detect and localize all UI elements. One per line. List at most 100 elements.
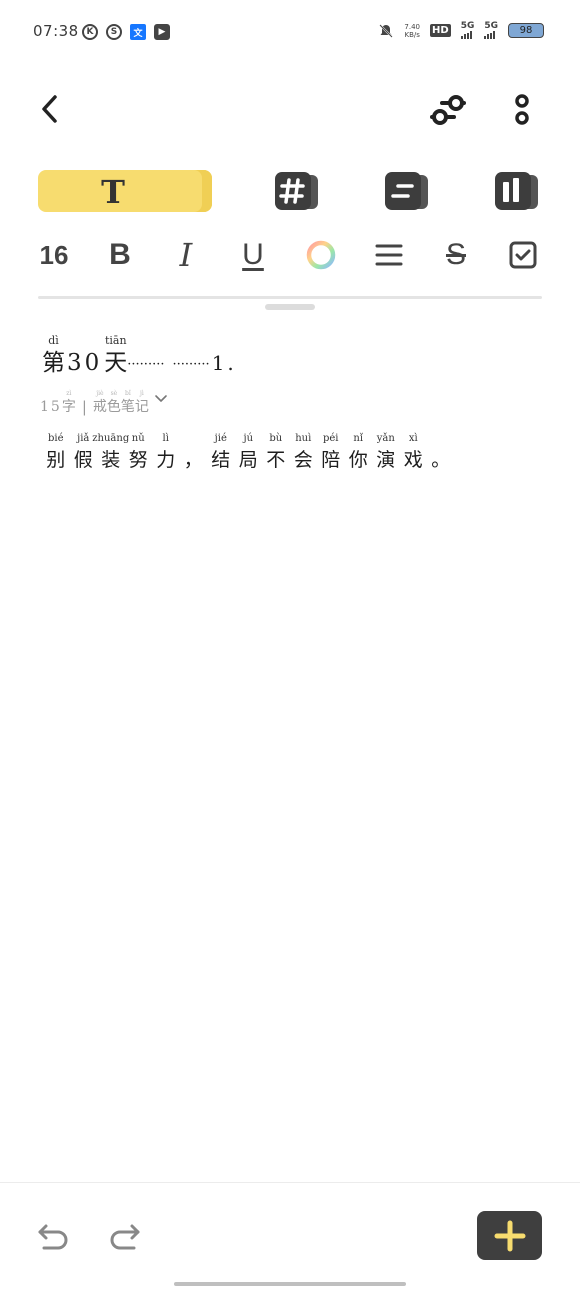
font-size-button[interactable]: 16 [32, 234, 76, 276]
text-mode-tab[interactable]: T [38, 170, 212, 212]
body-char: péi 陪 [317, 432, 345, 474]
hanzi: 第 [42, 350, 65, 376]
checklist-button[interactable] [501, 234, 545, 276]
hanzi: 装 [101, 449, 121, 471]
body-char: bié 别 [42, 432, 70, 474]
battery-indicator: 98 [508, 23, 544, 38]
hanzi: 戏 [403, 449, 423, 471]
title-number: 30 [67, 350, 103, 376]
list-mode-button[interactable] [384, 170, 430, 212]
status-app-icons: K S 文 ▶ [82, 24, 170, 40]
hanzi: 色 [106, 399, 121, 415]
category-selector[interactable]: jiè 戒 sè 色 bǐ 笔 jì 记 [93, 390, 169, 416]
italic-button[interactable]: I [164, 234, 208, 276]
note-title[interactable]: dì 第 30 tiān 天 ········· ········· 1. [42, 334, 239, 378]
hanzi: 。 [431, 449, 451, 471]
status-bar: 07:38 K S 文 ▶ 7.40 KB/s HD 5G 5G 98 [0, 0, 580, 64]
category-char: bǐ 笔 [121, 390, 135, 416]
body-char: yǎn 演 [372, 432, 400, 474]
meta-separator: | [81, 398, 87, 416]
undo-button[interactable] [34, 1216, 74, 1256]
body-char: huì 会 [290, 432, 318, 474]
hanzi: 记 [134, 399, 149, 415]
lines-card-icon [385, 172, 428, 210]
note-meta: 15 zì 字 | jiè 戒 sè 色 bǐ 笔 jì 记 [40, 390, 169, 416]
pinyin: xì [408, 433, 418, 444]
title-dots: ········· [127, 357, 165, 372]
chevron-down-icon [155, 395, 167, 402]
pinyin: sè [110, 390, 118, 397]
editor-top-bar [0, 80, 580, 140]
pinyin: péi [322, 433, 339, 444]
back-button[interactable] [34, 92, 64, 126]
pinyin: jiǎ [77, 433, 90, 444]
tag-mode-button[interactable] [274, 170, 320, 212]
pinyin: nǐ [353, 433, 364, 444]
sim2-label: 5G [484, 21, 498, 31]
note-body[interactable]: bié 别 jiǎ 假 zhuāng 装 nǔ 努 lì 力 ， jié 结 jú 局 bù 不… [42, 432, 455, 474]
pinyin: jiè [96, 390, 104, 397]
signal-bars-icon [460, 31, 472, 39]
sliders-icon [430, 95, 466, 125]
hanzi: 努 [128, 449, 148, 471]
chevron-left-icon [42, 95, 57, 123]
title-char: dì 第 [42, 334, 65, 378]
app-video-icon: ▶ [154, 24, 170, 40]
pinyin: dì [48, 334, 59, 347]
pinyin: jié [214, 433, 227, 444]
pinyin: nǔ [131, 433, 145, 444]
title-end: 1. [211, 351, 237, 375]
layout-mode-button[interactable] [494, 170, 540, 212]
body-char: lì 力 [152, 432, 180, 474]
more-vertical-icon [515, 94, 529, 125]
redo-icon [110, 1224, 140, 1250]
hanzi: 字 [61, 399, 76, 415]
text-mode-label: T [101, 173, 125, 211]
title-char: tiān 天 [104, 334, 127, 378]
signal-bars-icon [484, 31, 496, 39]
mute-bell-icon [379, 23, 394, 38]
signal-sim2: 5G [484, 22, 498, 39]
body-char: nǐ 你 [345, 432, 373, 474]
toolbar-divider [38, 296, 542, 299]
bottom-divider [0, 1182, 580, 1183]
format-toolbar: 16 B I U S [0, 230, 580, 280]
align-button[interactable] [367, 234, 411, 276]
redo-button[interactable] [104, 1216, 144, 1256]
pinyin: jì [140, 390, 144, 397]
category-char: sè 色 [107, 390, 121, 416]
body-char: xì 戏 [400, 432, 428, 474]
pinyin: zì [66, 390, 72, 397]
bold-button[interactable]: B [98, 234, 142, 276]
text-color-button[interactable] [299, 234, 343, 276]
body-char: zhuāng 装 [92, 432, 129, 474]
hanzi: 戒 [92, 399, 107, 415]
editor-mode-row: T [0, 166, 580, 216]
drag-handle[interactable] [265, 304, 315, 310]
hanzi: 不 [266, 449, 286, 471]
strikethrough-button[interactable]: S [434, 234, 478, 276]
category-char: jì 记 [135, 390, 149, 416]
underline-button[interactable]: U [231, 234, 275, 276]
checkbox-icon [509, 241, 537, 269]
category-char: jiè 戒 [93, 390, 107, 416]
body-char: jú 局 [235, 432, 263, 474]
hanzi: 陪 [321, 449, 341, 471]
undo-icon [38, 1224, 68, 1250]
word-count: 15 [40, 399, 62, 415]
body-char: bù 不 [262, 432, 290, 474]
more-options-button[interactable] [507, 90, 537, 130]
hanzi: 结 [211, 449, 231, 471]
hd-badge: HD [430, 24, 451, 37]
home-indicator[interactable] [174, 1282, 406, 1286]
hanzi: 别 [46, 449, 66, 471]
hanzi: 演 [376, 449, 396, 471]
add-button[interactable] [477, 1211, 542, 1260]
hanzi: 你 [348, 449, 368, 471]
app-translate-icon: 文 [130, 24, 146, 40]
net-speed-value: 7.40 [404, 22, 421, 31]
net-speed: 7.40 KB/s [404, 23, 420, 39]
settings-sliders-button[interactable] [428, 90, 468, 130]
pinyin: bǐ [125, 390, 131, 397]
align-lines-icon [375, 244, 403, 266]
